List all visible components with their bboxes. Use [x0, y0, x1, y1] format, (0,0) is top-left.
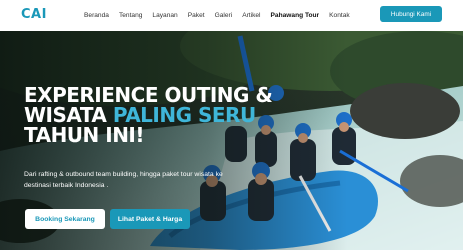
nav-item-galeri[interactable]: Galeri	[215, 12, 233, 19]
site-header: CAI Beranda Tentang Layanan Paket Galeri…	[0, 0, 463, 31]
hero-title-line-3: TAHUN INI!	[24, 123, 145, 147]
nav-item-artikel[interactable]: Artikel	[242, 12, 260, 19]
contact-button[interactable]: Hubungi Kami	[380, 6, 442, 22]
nav-item-tentang[interactable]: Tentang	[119, 12, 142, 19]
nav-item-kontak[interactable]: Kontak	[329, 12, 350, 19]
brand-logo[interactable]: CAI	[21, 7, 47, 22]
main-nav: Beranda Tentang Layanan Paket Galeri Art…	[84, 0, 350, 31]
nav-item-paket[interactable]: Paket	[188, 12, 205, 19]
page: CAI Beranda Tentang Layanan Paket Galeri…	[0, 0, 463, 250]
hero-subtitle: Dari rafting & outbound team building, h…	[24, 171, 223, 189]
nav-item-layanan[interactable]: Layanan	[152, 12, 177, 19]
nav-item-pahawang-tour[interactable]: Pahawang Tour	[271, 12, 320, 19]
booking-button[interactable]: Booking Sekarang	[25, 209, 105, 229]
nav-item-beranda[interactable]: Beranda	[84, 12, 109, 19]
hero-title-line-2: WISATA PALING SERU	[24, 105, 256, 125]
hero-title: EXPERIENCE OUTING & WISATA PALING SERU T…	[24, 83, 273, 147]
view-packages-button[interactable]: Lihat Paket & Harga	[110, 209, 190, 229]
hero-title-line-1: EXPERIENCE OUTING &	[24, 83, 273, 107]
